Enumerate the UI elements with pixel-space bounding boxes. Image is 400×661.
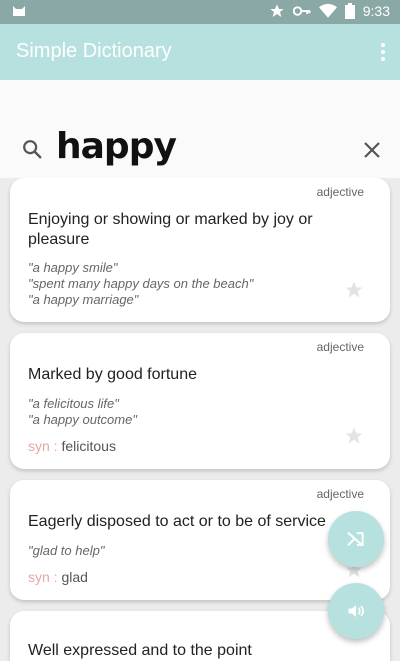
star-icon[interactable] xyxy=(344,426,364,446)
shuffle-button[interactable] xyxy=(328,511,384,567)
app-title: Simple Dictionary xyxy=(16,40,172,62)
part-of-speech: adjective xyxy=(316,340,364,354)
star-icon xyxy=(270,4,284,17)
example-item: "glad to help" xyxy=(28,543,105,558)
definition-line: Enjoying or showing or marked by joy or xyxy=(28,211,313,228)
more-vert-icon[interactable] xyxy=(380,40,386,64)
battery-icon xyxy=(344,3,355,19)
example-item: "a happy marriage" xyxy=(28,292,139,307)
synonym-label: syn : xyxy=(28,569,58,585)
example-list: "a happy smile" "spent many happy days o… xyxy=(28,260,253,308)
speak-button[interactable] xyxy=(328,583,384,639)
synonym-word[interactable]: felicitous xyxy=(61,438,115,454)
search-input[interactable]: happy xyxy=(56,126,177,167)
definition-text: Well expressed and to the point xyxy=(28,642,252,659)
definition-card[interactable]: adjective Enjoying or showing or marked … xyxy=(10,178,390,322)
definition-text: Marked by good fortune xyxy=(28,366,197,383)
status-bar: 9:33 xyxy=(0,0,400,24)
synonym-word[interactable]: glad xyxy=(61,569,87,585)
definition-text: Enjoying or showing or marked by joy or … xyxy=(28,210,348,250)
example-item: "spent many happy days on the beach" xyxy=(28,276,254,291)
example-item: "a happy outcome" xyxy=(28,412,137,427)
search-bar: happy xyxy=(0,80,400,178)
example-item: "a happy smile" xyxy=(28,260,118,275)
part-of-speech: adjective xyxy=(316,487,364,501)
synonym-label: syn : xyxy=(28,438,58,454)
part-of-speech: adjective xyxy=(316,185,364,199)
shuffle-icon xyxy=(347,532,364,546)
wifi-icon xyxy=(318,3,337,18)
synonym-row: syn : felicitous xyxy=(28,438,116,454)
example-item: "a felicitous life" xyxy=(28,396,119,411)
key-icon xyxy=(292,6,311,16)
star-icon[interactable] xyxy=(344,280,364,300)
definition-card[interactable]: adjective Marked by good fortune "a feli… xyxy=(10,333,390,469)
app-bar: Simple Dictionary xyxy=(0,24,400,80)
android-cat-icon xyxy=(13,6,25,16)
definition-line: pleasure xyxy=(28,231,90,248)
example-list: "glad to help" xyxy=(28,543,104,559)
close-icon[interactable] xyxy=(362,140,382,160)
definition-text: Eagerly disposed to act or to be of serv… xyxy=(28,513,326,530)
status-time: 9:33 xyxy=(362,3,390,19)
volume-icon xyxy=(348,605,364,617)
example-list: "a felicitous life" "a happy outcome" xyxy=(28,396,137,428)
search-icon[interactable] xyxy=(21,138,43,160)
synonym-row: syn : glad xyxy=(28,569,88,585)
